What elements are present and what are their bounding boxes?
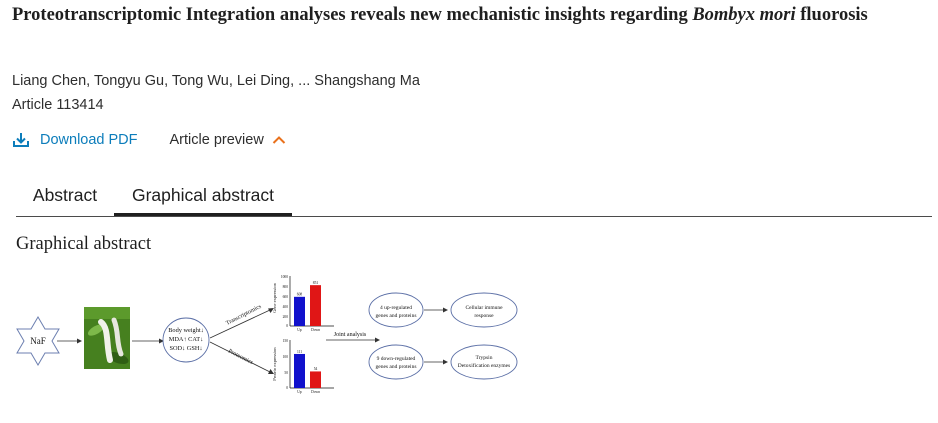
up-regulated-line-2: genes and proteins: [376, 313, 417, 319]
up-regulated-line-1: 4 up-regulated: [380, 305, 412, 311]
joint-analysis-label: Joint analysis: [334, 332, 367, 338]
chevron-up-icon: [272, 136, 286, 144]
protein-bar-up: [294, 353, 305, 388]
effect-line-2: MDA↑ CAT↓: [169, 336, 203, 343]
author-list: Liang Chen, Tongyu Gu, Tong Wu, Lei Ding…: [12, 73, 420, 89]
title-end: fluorosis: [795, 5, 868, 25]
download-pdf-label: Download PDF: [40, 132, 138, 148]
gene-value-up: 608: [297, 293, 303, 297]
protein-chart-ylabel: Protein expression: [272, 347, 277, 381]
protein-cat-up: Up: [297, 390, 302, 394]
protein-value-down: 54: [314, 367, 318, 371]
protein-value-up: 111: [297, 350, 302, 354]
protein-bar-down: [310, 371, 321, 388]
protein-tick-0: 0: [286, 386, 288, 390]
effect-line-1: Body weight↓: [168, 327, 204, 334]
gene-tick-600: 600: [283, 295, 289, 299]
down-regulated-line-2: genes and proteins: [376, 364, 417, 370]
graphical-abstract-svg: NaF Body weight↓ MDA↑ CAT↓ SOD↓ GSH↓ Tra…: [16, 275, 518, 394]
protein-expression-chart: Protein expression 150 100 50 0 111 54 U…: [272, 339, 334, 394]
article-number: Article 113414: [12, 97, 104, 113]
title-species: Bombyx mori: [692, 5, 796, 25]
article-preview-label: Article preview: [169, 132, 264, 148]
protein-cat-down: Down: [311, 390, 320, 394]
gene-tick-200: 200: [283, 315, 289, 319]
naf-label: NaF: [30, 336, 46, 346]
graphical-abstract-figure: NaF Body weight↓ MDA↑ CAT↓ SOD↓ GSH↓ Tra…: [14, 270, 524, 400]
gene-chart-ylabel: Gene expression: [272, 282, 277, 313]
article-preview-toggle[interactable]: Article preview: [170, 132, 286, 148]
transcriptomics-label: Transcriptomics: [225, 304, 263, 327]
gene-expression-chart: Gene expression 1000 800 600 400 200 0 6…: [272, 275, 334, 332]
effect-line-3: SOD↓ GSH↓: [169, 345, 202, 352]
gene-tick-800: 800: [283, 285, 289, 289]
gene-tick-1000: 1000: [281, 275, 288, 279]
section-heading: Graphical abstract: [16, 234, 152, 254]
immune-line-1: Cellular immune: [465, 305, 503, 311]
protein-tick-50: 50: [284, 371, 288, 375]
gene-bar-up: [294, 296, 305, 326]
gene-cat-down: Down: [311, 328, 320, 332]
trypsin-ellipse: [450, 344, 518, 380]
trypsin-line-2: Detoxification enzymes: [458, 362, 510, 369]
tab-abstract[interactable]: Abstract: [16, 176, 114, 214]
protein-tick-100: 100: [283, 355, 289, 359]
download-pdf-button[interactable]: Download PDF: [12, 132, 138, 148]
immune-line-2: response: [474, 313, 494, 319]
trypsin-line-1: Trypsin: [476, 355, 493, 361]
silkworm-photo: [84, 307, 130, 369]
gene-tick-400: 400: [283, 305, 289, 309]
article-title[interactable]: Proteotranscriptomic Integration analyse…: [12, 2, 912, 28]
gene-bar-down: [310, 285, 321, 326]
article-actions: Download PDF Article preview: [12, 132, 286, 148]
gene-value-down: 851: [313, 281, 319, 285]
download-icon: [13, 133, 29, 147]
gene-cat-up: Up: [297, 328, 302, 332]
down-regulated-ellipse: [368, 344, 424, 380]
title-main: Proteotranscriptomic Integration analyse…: [12, 5, 693, 25]
tab-graphical-abstract[interactable]: Graphical abstract: [114, 176, 292, 216]
proteomics-label: Proteomics: [227, 348, 254, 366]
protein-tick-150: 150: [283, 339, 289, 343]
gene-tick-0: 0: [286, 324, 288, 328]
down-regulated-line-1: 9 down-regulated: [377, 356, 416, 362]
tab-bar: Abstract Graphical abstract: [16, 176, 932, 217]
